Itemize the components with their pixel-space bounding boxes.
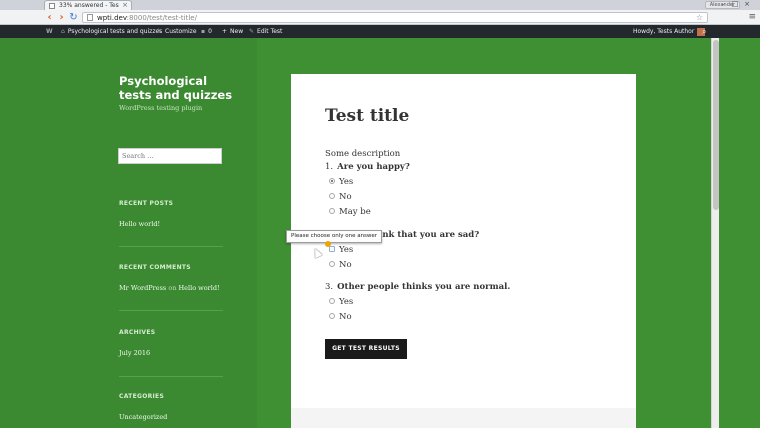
admin-new[interactable]: + New — [222, 25, 243, 38]
content-footer — [291, 408, 636, 428]
question-1: 1. Are you happy? — [325, 162, 410, 172]
admin-customize[interactable]: ✎ Customize — [157, 25, 197, 38]
site-title[interactable]: Psychological tests and quizzes — [119, 74, 239, 102]
url-text: wpti.dev:8000/test/test-title/ — [97, 13, 197, 23]
answer-option[interactable]: No — [329, 260, 352, 270]
admin-new-label: New — [230, 28, 244, 35]
howdy-text: Howdy, Tests Author — [633, 28, 695, 35]
address-bar[interactable]: wpti.dev:8000/test/test-title/ ☆ — [82, 12, 708, 23]
warning-icon — [325, 241, 331, 247]
comment-on-text: on — [168, 284, 177, 292]
question-text: Are you happy? — [337, 162, 410, 172]
browser-tab-strip: 33% answered - Tes × Alexander – □ × — [0, 0, 760, 10]
admin-site-name[interactable]: ⌂ Psychological tests and quizzes — [61, 25, 162, 38]
wp-admin-bar: W ⌂ Psychological tests and quizzes ✎ Cust… — [0, 25, 760, 38]
question-text: Other people thinks you are normal. — [337, 282, 511, 292]
answer-label: No — [339, 312, 352, 322]
admin-search-icon[interactable]: ⌕ — [702, 25, 706, 38]
recent-comments-title: RECENT COMMENTS — [119, 264, 191, 271]
answer-label: No — [339, 192, 352, 202]
tab-close-icon[interactable]: × — [122, 1, 128, 10]
widget-divider — [119, 376, 223, 377]
get-test-results-button[interactable]: GET TEST RESULTS — [325, 339, 407, 359]
categories-title: CATEGORIES — [119, 393, 165, 400]
admin-comments-count: 0 — [208, 28, 212, 35]
question-2: think that you are sad? — [369, 230, 479, 240]
question-text: think that you are sad? — [369, 230, 480, 240]
question-number: 3. — [325, 282, 334, 292]
recent-comment: Mr WordPress on Hello world! — [119, 284, 220, 292]
answer-option[interactable]: Yes — [329, 297, 353, 307]
answer-label: May be — [339, 207, 371, 217]
reload-icon[interactable]: ↻ — [68, 12, 79, 23]
answer-option[interactable]: No — [329, 312, 352, 322]
radio-button[interactable] — [329, 298, 335, 304]
forward-icon[interactable]: › — [56, 12, 67, 23]
recent-post-link[interactable]: Hello world! — [119, 220, 160, 228]
bookmark-star-icon[interactable]: ☆ — [696, 13, 703, 23]
page-icon — [49, 3, 55, 9]
admin-comments[interactable]: ▪ 0 — [201, 25, 212, 38]
test-description: Some description — [325, 149, 401, 159]
back-icon[interactable]: ‹ — [44, 12, 55, 23]
home-icon: ⌂ — [61, 28, 65, 35]
answer-label: Yes — [339, 297, 354, 307]
answer-label: Yes — [339, 177, 354, 187]
site-description: WordPress testing plugin — [119, 104, 203, 112]
admin-site-name-label: Psychological tests and quizzes — [67, 28, 163, 35]
answer-label: Yes — [339, 245, 354, 255]
radio-button-focused[interactable] — [329, 246, 335, 252]
widget-divider — [119, 246, 223, 247]
question-number: 1. — [325, 162, 334, 172]
comment-author-link[interactable]: Mr WordPress — [119, 284, 166, 292]
plus-icon: + — [222, 28, 228, 35]
browser-toolbar: ‹ › ↻ wpti.dev:8000/test/test-title/ ☆ ≡ — [0, 10, 760, 25]
radio-button-selected[interactable] — [329, 178, 335, 184]
widget-divider — [119, 310, 223, 311]
maximize-icon[interactable]: □ — [730, 0, 740, 8]
window-close-icon[interactable]: × — [742, 0, 752, 8]
validation-tooltip: Please choose only one answer — [286, 230, 383, 243]
browser-tab-title: 33% answered - Tes — [59, 2, 119, 9]
recent-posts-title: RECENT POSTS — [119, 200, 174, 207]
pencil-icon: ✎ — [249, 28, 255, 35]
url-host: wpti.dev — [97, 14, 127, 22]
browser-tab[interactable]: 33% answered - Tes × — [44, 0, 132, 10]
comment-icon: ▪ — [201, 28, 206, 35]
right-margin — [719, 38, 760, 428]
admin-account[interactable]: Howdy, Tests Author — [633, 25, 706, 38]
category-link[interactable]: Uncategorized — [119, 413, 167, 421]
question-3: 3. Other people thinks you are normal. — [325, 282, 510, 292]
admin-customize-label: Customize — [165, 28, 197, 35]
answer-option[interactable]: May be — [329, 207, 371, 217]
radio-button[interactable] — [329, 208, 335, 214]
answer-option[interactable]: Yes — [329, 177, 353, 187]
browser-menu-icon[interactable]: ≡ — [748, 11, 756, 23]
url-path: :8000/test/test-title/ — [126, 14, 197, 22]
answer-option[interactable]: No — [329, 192, 352, 202]
brush-icon: ✎ — [157, 28, 163, 35]
page-info-icon[interactable] — [87, 14, 93, 21]
admin-edit-test[interactable]: ✎ Edit Test — [249, 25, 282, 38]
radio-button[interactable] — [329, 193, 335, 199]
comment-post-link[interactable]: Hello world! — [179, 284, 220, 292]
minimize-icon[interactable]: – — [718, 0, 728, 8]
search-input[interactable] — [118, 148, 222, 164]
archives-title: ARCHIVES — [119, 329, 156, 336]
answer-label: No — [339, 260, 352, 270]
radio-button[interactable] — [329, 261, 335, 267]
answer-option[interactable]: Yes — [329, 245, 353, 255]
archive-link[interactable]: July 2016 — [119, 349, 150, 357]
wordpress-logo-icon[interactable]: W — [46, 25, 53, 38]
page-title: Test title — [325, 106, 410, 126]
sidebar: Psychological tests and quizzes WordPres… — [0, 38, 257, 428]
admin-edit-label: Edit Test — [257, 28, 283, 35]
radio-button[interactable] — [329, 313, 335, 319]
page-scrollbar[interactable] — [711, 38, 719, 428]
